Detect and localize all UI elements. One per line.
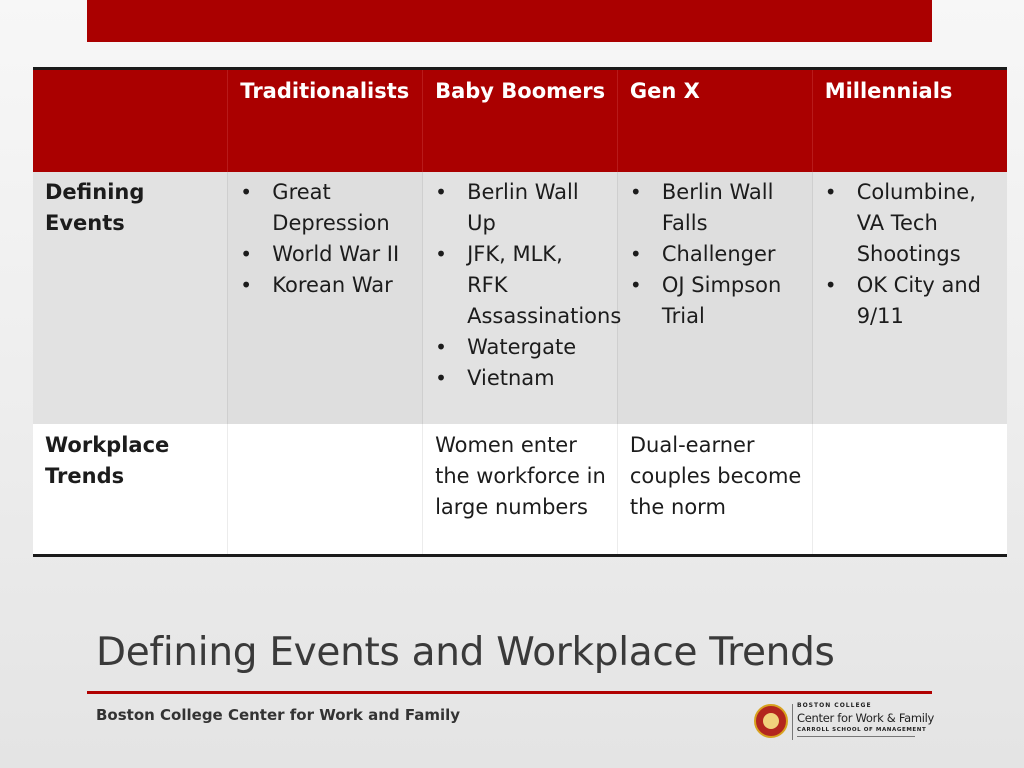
logo-main-text: Center for Work & Family [797,711,935,725]
logo-underline [797,736,915,737]
list-item: OJ Simpson Trial [630,270,802,332]
header-traditionalists: Traditionalists [227,68,423,172]
bullet-list: Columbine, VA Tech Shootings OK City and… [825,177,997,332]
list-item: Berlin Wall Falls [630,177,802,239]
footer-text: Boston College Center for Work and Famil… [96,706,461,724]
logo-divider [792,704,793,740]
bullet-list: Great Depression World War II Korean War [240,177,412,301]
bullet-list: Berlin Wall Up JFK, MLK, RFK Assassinati… [435,177,621,394]
seal-icon [754,704,788,738]
row-label-defining-events: Defining Events [33,172,228,424]
list-item: Watergate [435,332,607,363]
list-item: Challenger [630,239,802,270]
center-logo: BOSTON COLLEGE Center for Work & Family … [754,702,934,742]
list-item: JFK, MLK, RFK Assassinations [435,239,621,332]
cell-millennials-trends [811,424,1007,556]
cell-millennials-events: Columbine, VA Tech Shootings OK City and… [811,172,1007,424]
generations-table: Traditionalists Baby Boomers Gen X Mille… [33,67,1007,557]
list-item: Vietnam [435,363,607,394]
list-item: World War II [240,239,412,270]
header-millennials: Millennials [811,68,1007,172]
cell-baby-boomers-events: Berlin Wall Up JFK, MLK, RFK Assassinati… [422,172,621,424]
cell-baby-boomers-trends: Women enter the workforce in large numbe… [422,424,618,556]
bullet-list: Berlin Wall Falls Challenger OJ Simpson … [630,177,802,332]
cell-gen-x-trends: Dual-earner couples become the norm [616,424,813,556]
cell-gen-x-events: Berlin Wall Falls Challenger OJ Simpson … [616,172,813,424]
list-item: OK City and 9/11 [825,270,997,332]
header-gen-x: Gen X [616,68,813,172]
list-item: Great Depression [240,177,412,239]
header-baby-boomers: Baby Boomers [422,68,618,172]
slide-title: Defining Events and Workplace Trends [96,630,835,675]
logo-bottom-text: CARROLL SCHOOL OF MANAGEMENT [797,727,927,733]
list-item: Columbine, VA Tech Shootings [825,177,997,270]
table-row-workplace-trends: Workplace Trends Women enter the workfor… [33,424,1007,556]
header-corner [33,68,228,172]
title-divider [87,691,932,694]
row-label-workplace-trends: Workplace Trends [33,424,228,556]
cell-traditionalists-trends [227,424,423,556]
table-row-defining-events: Defining Events Great Depression World W… [33,172,1007,424]
list-item: Berlin Wall Up [435,177,607,239]
list-item: Korean War [240,270,412,301]
cell-traditionalists-events: Great Depression World War II Korean War [227,172,423,424]
logo-top-text: BOSTON COLLEGE [797,702,872,709]
top-accent-bar [87,0,932,42]
table-header-row: Traditionalists Baby Boomers Gen X Mille… [33,68,1007,172]
